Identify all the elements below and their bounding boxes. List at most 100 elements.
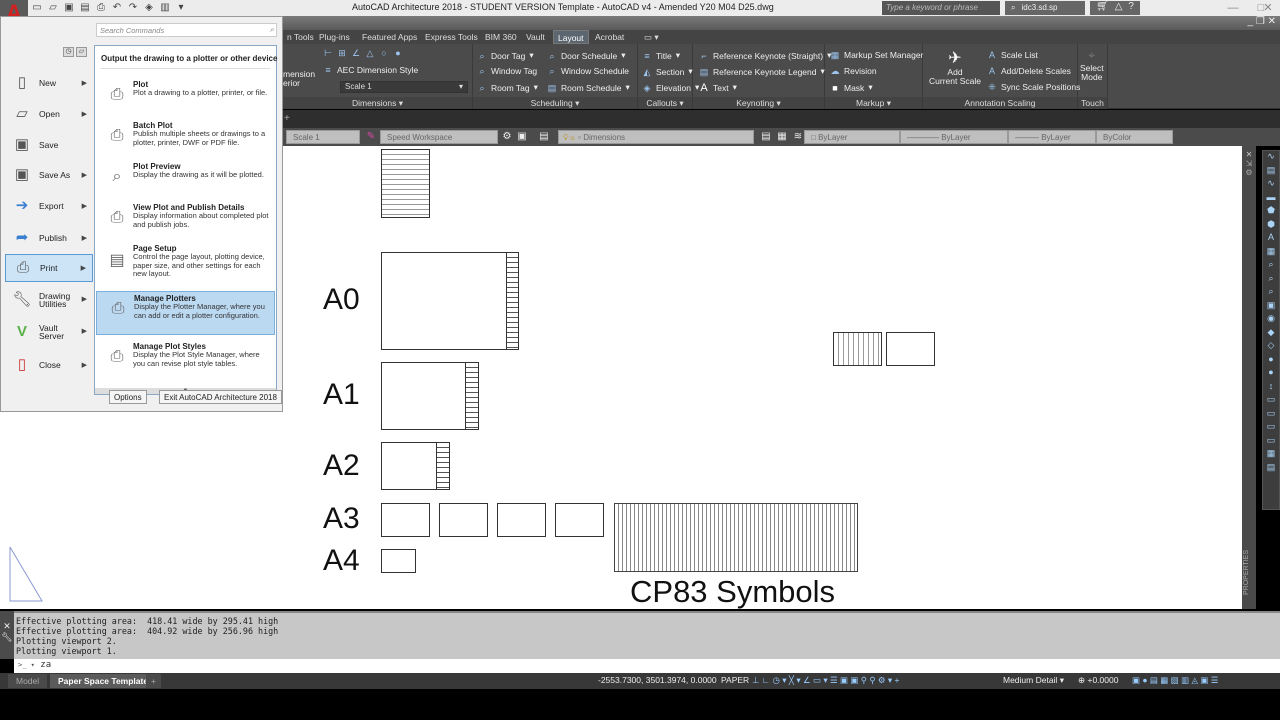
window-tag-button[interactable]: ⌕ Window Tag (477, 66, 537, 76)
exit-button[interactable]: Exit AutoCAD Architecture 2018 (159, 390, 282, 404)
box-icon[interactable]: ◇ (1263, 340, 1279, 354)
sphere-icon[interactable]: ● (1263, 354, 1279, 368)
sheet-a1[interactable] (381, 362, 479, 430)
window-schedule-button[interactable]: ⌕ Window Schedule (547, 66, 629, 76)
submenu-item-plot[interactable]: ⎙ Plot Plot a drawing to a plotter, printe… (96, 78, 275, 122)
menu-item-drawing-utilities[interactable]: 🔧︎ Drawing Utilities ▶ (5, 286, 93, 314)
tab-vault[interactable]: Vault (522, 30, 549, 44)
tool-icon[interactable]: ▭ (1263, 421, 1279, 435)
sync-scale-positions-button[interactable]: ⁜ Sync Scale Positions (987, 82, 1080, 92)
room-schedule-button[interactable]: ▤ Room Schedule ▾ (547, 82, 630, 93)
room-tag-button[interactable]: ⌕ Room Tag ▾ (477, 82, 537, 93)
elevation-callout-button[interactable]: ◈ Elevation ▾ (642, 82, 700, 93)
minimize-button[interactable]: — (1220, 1, 1246, 15)
menu-item-open[interactable]: ▱ Open ▶ (5, 100, 93, 128)
dimension-tools[interactable]: ⊢ ⊞ ∠ △ ○ ● (323, 48, 403, 58)
scale-select[interactable]: Scale 1 (286, 130, 360, 144)
sheet-a3-1[interactable] (381, 503, 430, 537)
tool-icon[interactable]: ▦ (1263, 246, 1279, 260)
markup-set-manager-button[interactable]: ▦ Markup Set Manager (830, 50, 924, 60)
doc-window-controls[interactable]: _ ❐ ✕ (1248, 16, 1276, 27)
tool-icon[interactable]: ▣ (1263, 300, 1279, 314)
reference-keynote-legend-button[interactable]: ▤ Reference Keynote Legend ▾ (699, 66, 825, 77)
menu-item-vault-server[interactable]: V Vault Server ▶ (5, 318, 93, 346)
menu-item-save-as[interactable]: ▣ Save As ▶ (5, 161, 93, 189)
menu-item-new[interactable]: ▯ New ▶ (5, 69, 93, 97)
tool-icon[interactable]: ▦ (1263, 448, 1279, 462)
status-tray-icons[interactable]: ▣ ● ▤ ▦ ▧ ▥ ◬ ▣ ☰ (1132, 675, 1218, 686)
tab-bim360[interactable]: BIM 360 (481, 30, 521, 44)
sheet-a0[interactable] (381, 252, 519, 350)
make-current-icon[interactable]: ▤ (760, 131, 772, 143)
zoom-icon[interactable]: ⌕ (1263, 273, 1279, 287)
scale-list-button[interactable]: A Scale List (987, 50, 1038, 60)
sphere-icon[interactable]: ● (1263, 367, 1279, 381)
tab-plugins[interactable]: Plug-ins (315, 30, 354, 44)
plotstyle-select[interactable]: ByColor (1096, 130, 1173, 144)
command-input[interactable]: >_ ▾ za (14, 659, 1280, 673)
search-commands-input[interactable]: Search Commands ⌕ (96, 23, 277, 37)
share-icon[interactable]: ▥ (158, 1, 172, 14)
tab-layout[interactable]: Layout (553, 30, 589, 44)
keyword-search-input[interactable]: Type a keyword or phrase (882, 1, 1000, 15)
submenu-item-batch-plot[interactable]: ⎙ Batch Plot Publish multiple sheets or dr… (96, 119, 275, 163)
palette-close-icon[interactable]: ✕ (1242, 150, 1256, 159)
tool-icon[interactable]: ▤ (1263, 165, 1279, 179)
layer-previous-icon[interactable]: ≋ (792, 131, 804, 143)
ribbon-minimize-toggle[interactable]: ▭ ▾ (640, 30, 663, 44)
section-callout-button[interactable]: ◭ Section ▾ (642, 66, 693, 77)
menu-item-print[interactable]: ⎙ Print ▶ (5, 254, 93, 282)
title-callout-button[interactable]: ≡ Title ▾ (642, 50, 680, 61)
tool-icon[interactable]: ▤ (1263, 462, 1279, 476)
workspace-settings-icon[interactable]: ⚙ (501, 131, 513, 143)
door-schedule-button[interactable]: ⌕ Door Schedule ▾ (547, 50, 625, 61)
tool-icon[interactable]: ⬟ (1263, 205, 1279, 219)
menu-item-publish[interactable]: ➦ Publish ▶ (5, 224, 93, 252)
add-current-scale-button[interactable]: ✈︎ Add Current Scale (929, 48, 981, 86)
options-button[interactable]: Options (109, 390, 147, 404)
tool-icon[interactable]: ▭ (1263, 394, 1279, 408)
tab-featured-apps[interactable]: Featured Apps (358, 30, 421, 44)
add-delete-scales-button[interactable]: A Add/Delete Scales (987, 66, 1071, 76)
text-button[interactable]: A Text ▾ (699, 82, 737, 93)
zoom-icon[interactable]: ⌕ (1263, 259, 1279, 273)
undo-icon[interactable]: ↶ (110, 1, 124, 14)
workspace-icon[interactable]: ◈ (142, 1, 156, 14)
panel-title[interactable]: Markup ▾ (825, 97, 922, 109)
tool-icon[interactable]: ▭ (1263, 435, 1279, 449)
cart-icon[interactable]: 🛒︎ (1096, 1, 1109, 15)
command-customize-icon[interactable]: 🔧︎ (0, 632, 14, 643)
properties-palette-strip[interactable]: ✕ ⇲ ⚙ (1242, 146, 1256, 609)
drafting-toggles[interactable]: ⊥ ∟ ◷ ▾ ╳ ▾ ∠ ▭ ▾ ☰ ▣ ▣ ⚲ ⚲ ⚙ ▾ + (752, 675, 899, 686)
sheet-a3-2[interactable] (439, 503, 488, 537)
help-icon[interactable]: ? (1128, 1, 1134, 15)
aec-dimension-style-button[interactable]: ≡ AEC Dimension Style (323, 65, 418, 75)
linetype-select[interactable]: ———— ByLayer (900, 130, 1008, 144)
zoom-window-icon[interactable]: ⌕ (1263, 286, 1279, 300)
panel-title[interactable]: Keynoting ▾ (693, 97, 824, 109)
submenu-item-plot-preview[interactable]: ⌕ Plot Preview Display the drawing as it w… (96, 160, 275, 204)
plot-icon[interactable]: ⎙ (94, 1, 108, 14)
sheet-a3-3[interactable] (497, 503, 546, 537)
menu-item-save[interactable]: ▣ Save (5, 131, 93, 159)
customize-dropdown-icon[interactable]: ▾ (174, 1, 188, 14)
menu-item-close[interactable]: ▯ Close ▶ (5, 351, 93, 379)
submenu-item-view-plot-details[interactable]: ⎙ View Plot and Publish Details Display in… (96, 201, 275, 245)
close-window-button[interactable]: ✕ (1258, 1, 1278, 15)
panel-title[interactable]: Dimensions ▾ (283, 97, 472, 109)
submenu-item-page-setup[interactable]: ▤ Page Setup Control the page layout, plot… (96, 242, 275, 286)
select-mode-button[interactable]: ⌖ Select Mode (1080, 48, 1104, 82)
palette-autohide-icon[interactable]: ⇲ (1242, 159, 1256, 168)
tool-icon[interactable]: ▬ (1263, 192, 1279, 206)
panel-title[interactable]: Scheduling ▾ (473, 97, 637, 109)
new-icon[interactable]: ▭ (30, 1, 44, 14)
color-select[interactable]: □ ByLayer (804, 130, 900, 144)
sheet-thumbnail-grid[interactable] (833, 332, 882, 366)
elevation-readout[interactable]: ⊕ +0.0000 (1078, 675, 1118, 686)
tool-icon[interactable]: ∿ (1263, 151, 1279, 165)
submenu-item-manage-plotters[interactable]: ⎙ Manage Plotters Display the Plotter Mana… (96, 291, 275, 335)
match-layer-icon[interactable]: ▦ (776, 131, 788, 143)
box-icon[interactable]: ◆ (1263, 327, 1279, 341)
tool-icon[interactable]: ⬢ (1263, 219, 1279, 233)
new-file-tab-button[interactable]: + (284, 114, 294, 124)
